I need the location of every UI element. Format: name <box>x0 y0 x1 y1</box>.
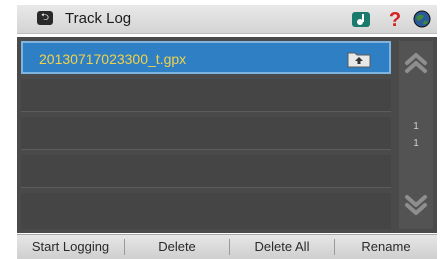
file-list-panel: 20130717023300_t.gpx 1 1 <box>17 37 437 233</box>
rename-button[interactable]: Rename <box>335 235 437 259</box>
list-item[interactable] <box>21 155 391 188</box>
music-note-icon[interactable] <box>351 9 371 29</box>
track-log-screen: ⮌ Track Log ? 20130717023300_t.gpx 1 1 S… <box>0 0 443 259</box>
start-logging-button[interactable]: Start Logging <box>17 235 124 259</box>
list-item[interactable] <box>21 79 391 112</box>
back-icon[interactable]: ⮌ <box>37 11 53 25</box>
svg-text:?: ? <box>389 9 401 29</box>
page-title: Track Log <box>65 10 132 27</box>
list-item[interactable] <box>21 193 391 229</box>
scroll-column: 1 1 <box>399 41 433 229</box>
list-item[interactable] <box>21 117 391 150</box>
globe-icon[interactable] <box>412 9 432 29</box>
bottom-toolbar: Start Logging Delete Delete All Rename <box>17 234 437 259</box>
list-item[interactable]: 20130717023300_t.gpx <box>21 41 391 74</box>
folder-upload-icon[interactable] <box>347 50 371 68</box>
file-list: 20130717023300_t.gpx <box>21 41 391 229</box>
file-name: 20130717023300_t.gpx <box>39 51 187 67</box>
help-icon[interactable]: ? <box>385 9 405 29</box>
header-bar: ⮌ Track Log ? <box>17 5 437 34</box>
scroll-down-icon[interactable] <box>403 193 429 219</box>
page-total: 1 <box>413 138 419 149</box>
delete-button[interactable]: Delete <box>125 235 229 259</box>
delete-all-button[interactable]: Delete All <box>230 235 334 259</box>
scroll-up-icon[interactable] <box>403 49 429 75</box>
page-current: 1 <box>413 121 419 132</box>
